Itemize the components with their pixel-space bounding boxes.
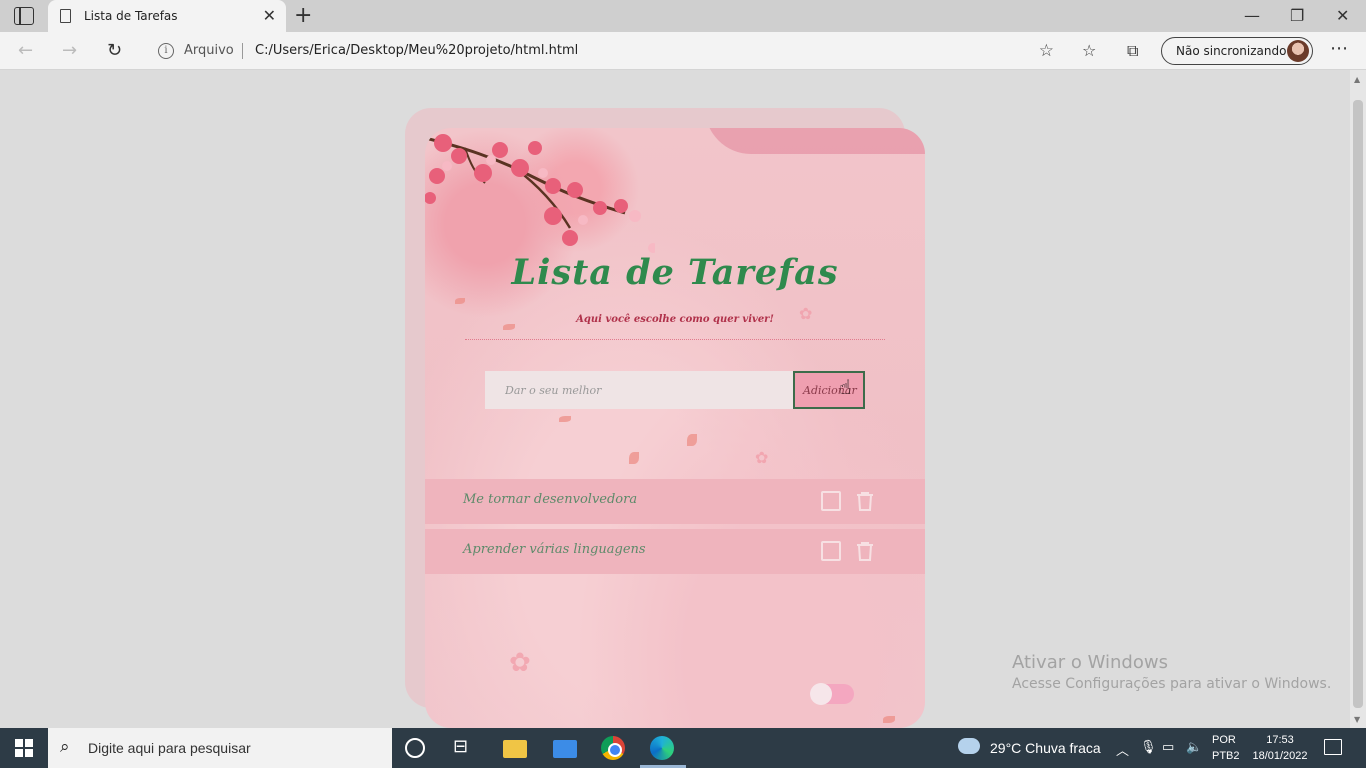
petal-decoration	[455, 298, 465, 304]
weather-widget[interactable]: 29°C Chuva fraca	[990, 740, 1101, 756]
decorative-wave	[705, 128, 925, 154]
add-favorite-icon[interactable]: ☆	[1039, 41, 1054, 61]
show-hidden-icons-icon[interactable]: ︿	[1116, 740, 1129, 759]
browser-toolbar: ← → ↻ i Arquivo C:/Users/Erica/Desktop/M…	[0, 32, 1366, 70]
address-separator	[242, 43, 243, 59]
page-title: Lista de Tarefas	[511, 252, 839, 293]
edge-icon[interactable]	[650, 736, 674, 760]
watermark-title: Ativar o Windows	[1012, 652, 1168, 673]
network-icon[interactable]: ▭	[1162, 740, 1174, 755]
petal-decoration	[883, 716, 895, 723]
profile-sync-label: Não sincronizando	[1176, 44, 1287, 58]
task-complete-checkbox[interactable]	[821, 541, 841, 561]
trash-icon[interactable]	[853, 489, 877, 513]
clock-date: 18/01/2022	[1252, 750, 1308, 762]
minimize-icon[interactable]: —	[1244, 6, 1260, 25]
restore-icon[interactable]: ❐	[1290, 6, 1304, 25]
cortana-icon[interactable]	[405, 738, 425, 758]
tab-actions-icon[interactable]	[14, 7, 34, 25]
vertical-scrollbar[interactable]: ▲ ▼	[1350, 70, 1366, 728]
toggle-knob	[810, 683, 832, 705]
petal-decoration	[629, 452, 639, 464]
search-icon: ⌕	[60, 737, 70, 757]
mail-icon[interactable]	[553, 740, 577, 758]
taskbar-search-placeholder: Digite aqui para pesquisar	[88, 740, 251, 756]
theme-toggle[interactable]	[810, 683, 854, 705]
tab-title: Lista de Tarefas	[84, 9, 178, 23]
tab-lista-de-tarefas[interactable]: Lista de Tarefas ✕	[48, 0, 286, 32]
add-task-button[interactable]: Adicionar	[793, 371, 865, 409]
scroll-down-icon[interactable]: ▼	[1354, 715, 1360, 724]
file-explorer-icon[interactable]	[503, 740, 527, 758]
title-divider	[465, 339, 885, 340]
taskbar-search[interactable]: ⌕ Digite aqui para pesquisar	[48, 728, 392, 768]
petal-decoration	[687, 434, 697, 446]
info-icon[interactable]: i	[158, 43, 174, 59]
address-url[interactable]: C:/Users/Erica/Desktop/Meu%20projeto/htm…	[255, 43, 578, 58]
todo-card: ✿ ✿ ✿ Lista de Tarefas Aqui você escolhe…	[425, 128, 925, 728]
keyboard-layout: PTB2	[1212, 750, 1240, 762]
volume-icon[interactable]: 🔈	[1186, 740, 1202, 755]
trash-icon[interactable]	[853, 539, 877, 563]
page-icon	[60, 9, 71, 23]
blossom-decoration: ✿	[755, 448, 769, 467]
language-code: POR	[1212, 734, 1236, 746]
task-view-icon[interactable]: ⊟	[453, 736, 477, 760]
back-arrow-icon[interactable]: ←	[18, 40, 33, 61]
address-bar[interactable]: i Arquivo C:/Users/Erica/Desktop/Meu%20p…	[146, 35, 1066, 67]
scrollbar-thumb[interactable]	[1353, 100, 1363, 708]
more-menu-icon[interactable]: ⋯	[1330, 38, 1348, 59]
notifications-icon[interactable]	[1324, 739, 1342, 755]
chrome-icon[interactable]	[601, 736, 625, 760]
scroll-up-icon[interactable]: ▲	[1354, 75, 1360, 84]
new-tab-button[interactable]: +	[294, 3, 312, 28]
close-tab-icon[interactable]: ✕	[263, 6, 276, 25]
tab-strip: Lista de Tarefas ✕ + — ❐ ✕	[0, 0, 1366, 32]
windows-taskbar: ⌕ Digite aqui para pesquisar ⊟ 29°C Chuv…	[0, 728, 1366, 768]
collections-icon[interactable]: ⧉	[1127, 41, 1138, 61]
page-subtitle: Aqui você escolhe como quer viver!	[576, 314, 774, 325]
task-item: Me tornar desenvolvedora	[425, 479, 925, 524]
weather-cloud-icon[interactable]	[958, 738, 980, 754]
address-scheme-label: Arquivo	[184, 43, 234, 58]
petal-decoration	[559, 416, 571, 422]
favorites-icon[interactable]: ☆	[1082, 41, 1096, 60]
new-task-input[interactable]	[485, 371, 793, 409]
avatar	[1287, 40, 1309, 62]
system-clock[interactable]: 17:53 18/01/2022	[1250, 732, 1310, 764]
microphone-icon[interactable]: 🎙	[1140, 740, 1157, 755]
reload-icon[interactable]: ↻	[107, 40, 122, 61]
task-text: Me tornar desenvolvedora	[463, 492, 638, 507]
input-language[interactable]: POR PTB2	[1212, 732, 1240, 764]
windows-start-icon[interactable]	[15, 739, 33, 757]
clock-time: 17:53	[1266, 734, 1294, 746]
forward-arrow-icon[interactable]: →	[62, 40, 77, 61]
task-complete-checkbox[interactable]	[821, 491, 841, 511]
task-text: Aprender várias linguagens	[463, 542, 646, 557]
task-item: Aprender várias linguagens	[425, 529, 925, 574]
watermark-subtitle: Acesse Configurações para ativar o Windo…	[1012, 676, 1332, 692]
close-window-icon[interactable]: ✕	[1336, 6, 1349, 25]
windows-activation-watermark: Ativar o Windows Acesse Configurações pa…	[1012, 652, 1331, 692]
blossom-decoration: ✿	[509, 648, 531, 678]
profile-sync-button[interactable]: Não sincronizando	[1161, 37, 1313, 65]
hand-cursor-icon: ☝	[839, 375, 852, 399]
cherry-blossom-branch-icon	[425, 134, 655, 253]
